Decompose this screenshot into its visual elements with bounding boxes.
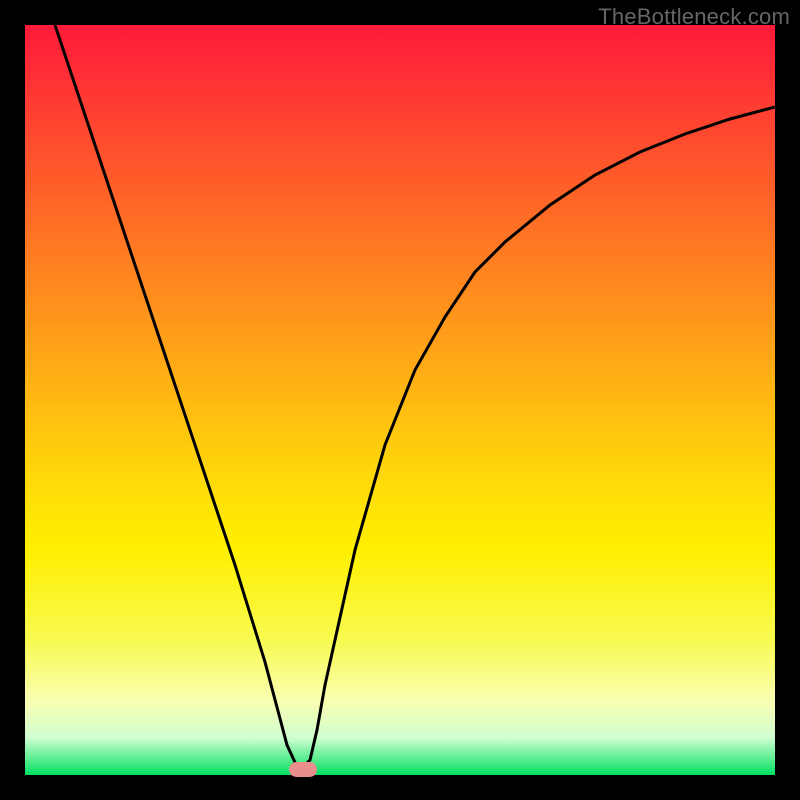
- chart-plot-area: [25, 25, 775, 775]
- optimal-point-marker: [289, 762, 317, 777]
- bottleneck-curve-path: [55, 25, 775, 771]
- watermark-text: TheBottleneck.com: [598, 4, 790, 30]
- curve-svg: [25, 25, 775, 775]
